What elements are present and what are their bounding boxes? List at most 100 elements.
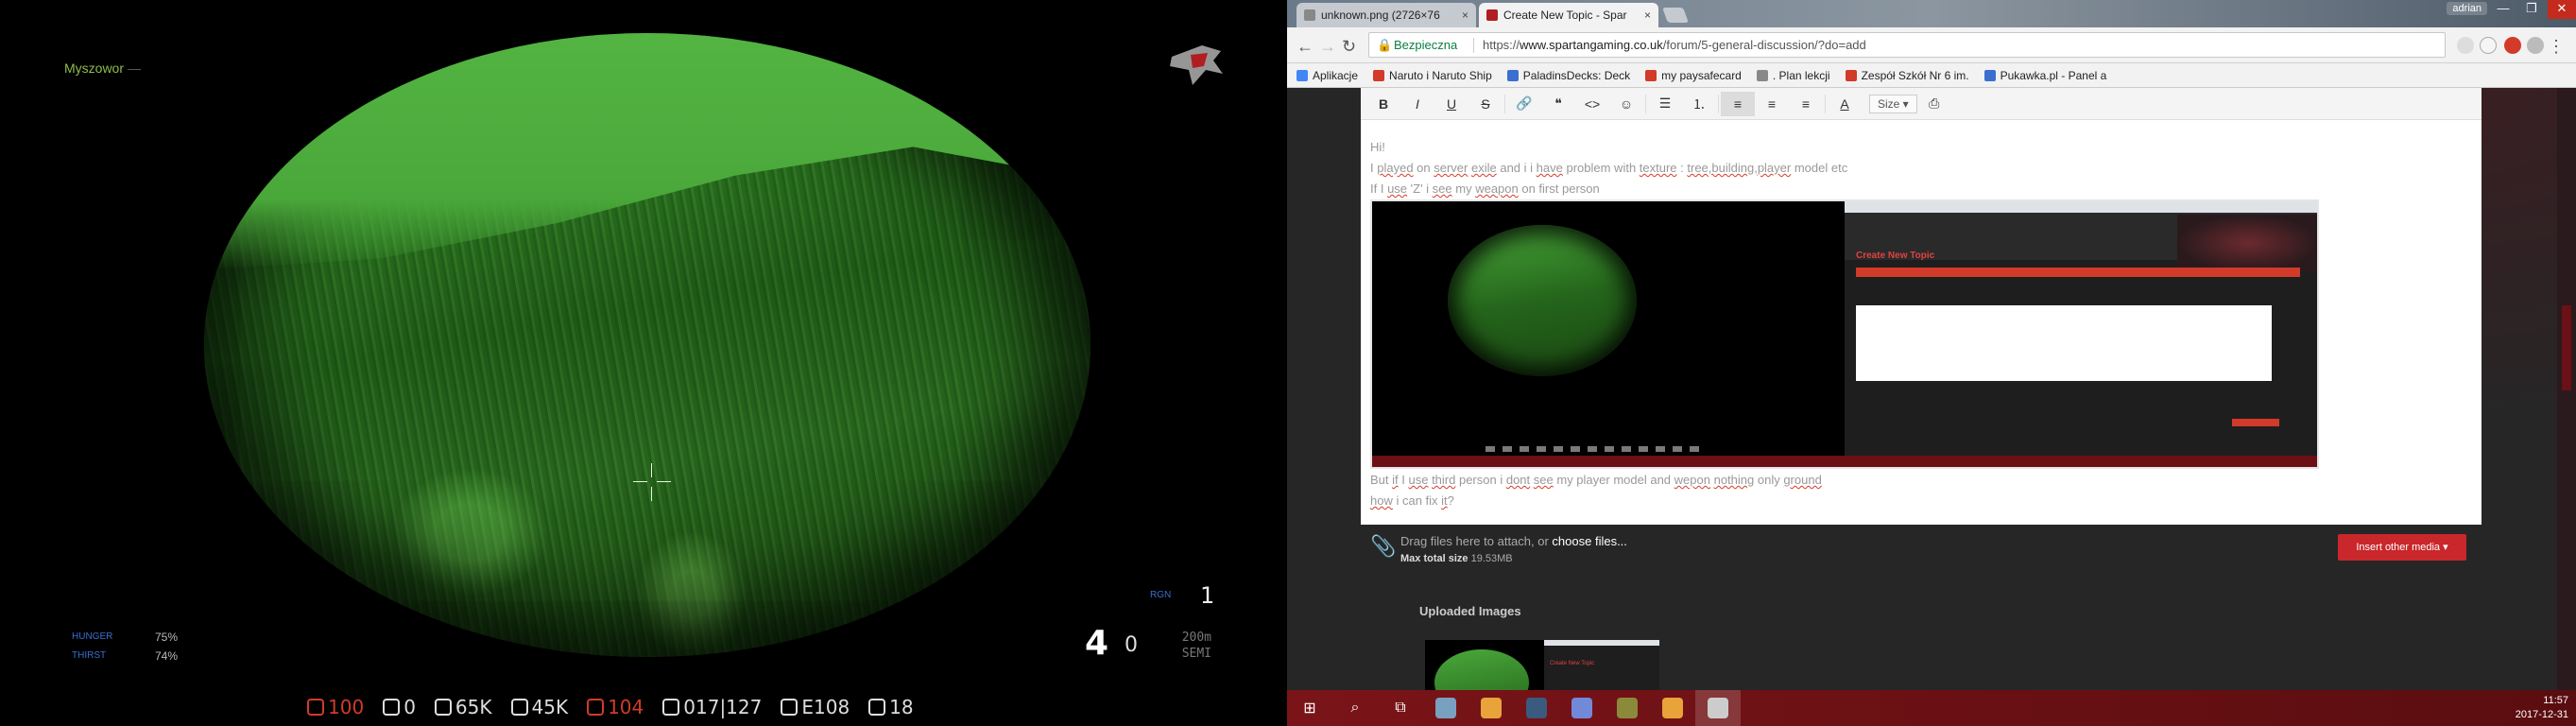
profile-button[interactable]: adrian <box>2447 2 2487 15</box>
misspelled-word: tree,building,player <box>1687 161 1792 175</box>
hud-item-fps: 104 <box>587 696 644 718</box>
tab-unknown-png[interactable]: unknown.png (2726×76 × <box>1297 3 1476 27</box>
url-input[interactable]: 🔒 Bezpieczna https://www.spartangaming.c… <box>1368 32 2446 58</box>
bookmark-item[interactable]: Zespół Szkół Nr 6 im. <box>1845 69 1969 82</box>
hud-value: 0 <box>404 696 416 718</box>
page-scrollbar[interactable] <box>2557 88 2576 690</box>
discord-icon[interactable] <box>1559 690 1605 726</box>
hud-item-temperature: 0 <box>383 696 416 718</box>
choose-files-link[interactable]: choose files... <box>1552 534 1627 548</box>
post-line-1: Hi! <box>1370 140 1385 154</box>
temperature-icon <box>383 699 401 716</box>
bookmarks-bar: Aplikacje Naruto i Naruto Ship PaladinsDec… <box>1287 63 2576 88</box>
post-text-run: my player model and <box>1553 473 1674 487</box>
menu-kebab-icon[interactable]: ⋮ <box>2548 37 2565 57</box>
bookmark-star-icon[interactable] <box>2480 37 2497 54</box>
misspelled-word: wepon <box>1674 473 1710 487</box>
link-icon[interactable]: 🔗 <box>1507 95 1541 112</box>
bookmark-label: PaladinsDecks: Deck <box>1522 68 1631 82</box>
new-tab-button[interactable] <box>1662 8 1689 23</box>
post-body-text-2: But if I use third person i dont see my … <box>1370 470 1822 511</box>
misspelled-word: nothing <box>1713 473 1755 487</box>
post-editor[interactable]: B I U S 🔗 ❝ <> ☺ ☰ ⒈ ≡ ≡ ≡ A Size ▾ ⎙ Hi… <box>1361 88 2482 525</box>
task-view-icon[interactable]: ⧉ <box>1378 690 1423 726</box>
align-center-icon[interactable]: ≡ <box>1755 96 1789 112</box>
post-body-text: Hi! I played on server exile and i i hav… <box>1370 137 1847 199</box>
attachment-area[interactable]: 📎 Drag files here to attach, or choose f… <box>1361 525 2482 591</box>
chrome-icon-2[interactable] <box>1650 690 1695 726</box>
bookmark-item[interactable]: Naruto i Naruto Ship <box>1373 69 1492 82</box>
minimize-button[interactable]: — <box>2489 0 2517 19</box>
editor-toolbar: B I U S 🔗 ❝ <> ☺ ☰ ⒈ ≡ ≡ ≡ A Size ▾ ⎙ <box>1361 88 2482 120</box>
bookmark-favicon-icon <box>1373 69 1385 81</box>
chrome-icon[interactable] <box>1468 690 1514 726</box>
arma-launcher-icon[interactable] <box>1605 690 1650 726</box>
post-text-run: I <box>1398 473 1409 487</box>
quote-icon[interactable]: ❝ <box>1541 95 1575 112</box>
numbered-list-icon[interactable]: ⒈ <box>1682 95 1716 113</box>
bookmark-item[interactable]: my paysafecard <box>1645 69 1742 82</box>
italic-button[interactable]: I <box>1400 96 1434 112</box>
translate-icon[interactable] <box>2457 37 2474 54</box>
wallet-icon <box>434 699 452 716</box>
misspelled-word: how <box>1370 493 1393 508</box>
strike-button[interactable]: S <box>1468 96 1503 112</box>
embedded-screenshot[interactable]: Create New Topic <box>1370 199 2319 469</box>
bookmark-item[interactable]: Pukawka.pl - Panel a <box>1984 69 2106 82</box>
search-icon[interactable]: ⌕ <box>1332 690 1378 726</box>
thumbnail-page-title: Create New Topic <box>1550 661 1595 666</box>
arma-game-icon[interactable] <box>1695 690 1741 726</box>
bookmark-item[interactable]: Aplikacje <box>1297 69 1358 82</box>
extension-icon[interactable] <box>2504 37 2521 54</box>
lock-icon: 🔒 <box>1377 38 1393 52</box>
align-left-icon[interactable]: ≡ <box>1721 91 1755 116</box>
underline-button[interactable]: U <box>1434 96 1468 112</box>
bookmark-favicon-icon <box>1297 69 1308 81</box>
scrollbar-thumb[interactable] <box>2562 305 2571 390</box>
font-size-select[interactable]: Size ▾ <box>1869 94 1917 113</box>
bookmark-favicon-icon <box>1506 69 1519 81</box>
preview-icon[interactable]: ⎙ <box>1917 95 1951 112</box>
maximize-button[interactable]: ❐ <box>2517 0 2546 19</box>
bottom-hud-bar: 100 0 65K 45K 104 017|127 E108 18 <box>307 696 914 718</box>
insert-other-media-button[interactable]: Insert other media ▾ <box>2338 534 2466 561</box>
close-window-button[interactable]: ✕ <box>2548 0 2576 19</box>
post-line-2: I played on server exile and i i have pr… <box>1370 158 1847 179</box>
post-text-run: 'Z' i <box>1407 182 1433 196</box>
forward-icon[interactable]: → <box>1319 37 1336 57</box>
extension-icon-2[interactable] <box>2527 37 2544 54</box>
tab-close-icon[interactable]: × <box>1644 3 1651 27</box>
bookmark-item[interactable]: PaladinsDecks: Deck <box>1506 68 1631 82</box>
clock-time: 11:57 <box>2543 695 2568 706</box>
back-icon[interactable]: ← <box>1297 37 1314 57</box>
post-text-run: and i i <box>1496 161 1537 175</box>
code-icon[interactable]: <> <box>1575 96 1609 112</box>
windows-start-icon[interactable]: ⊞ <box>1287 690 1332 726</box>
post-line-5: how i can fix it? <box>1370 491 1822 511</box>
hud-value: 017|127 <box>683 696 763 718</box>
hud-value: 100 <box>328 696 365 718</box>
fps-icon <box>587 699 605 716</box>
align-right-icon[interactable]: ≡ <box>1789 96 1823 112</box>
emoji-icon[interactable]: ☺ <box>1609 96 1643 112</box>
bookmark-item[interactable]: . Plan lekcji <box>1756 69 1830 82</box>
post-text-run: : <box>1676 161 1688 175</box>
post-text-run: i can fix <box>1392 493 1442 508</box>
steam-icon[interactable] <box>1514 690 1559 726</box>
bold-button[interactable]: B <box>1366 96 1400 112</box>
tab-create-new-topic[interactable]: Create New Topic - Spar × <box>1479 3 1658 27</box>
player-name: Myszowor <box>64 60 142 76</box>
survival-stats: HUNGER 75% THIRST 74% <box>72 628 178 666</box>
crosshair-icon <box>633 463 671 501</box>
text-color-icon[interactable]: A <box>1828 96 1862 112</box>
embedded-page-title: Create New Topic <box>1856 251 1935 261</box>
spartan-favicon-icon <box>1486 9 1498 21</box>
bullet-list-icon[interactable]: ☰ <box>1648 95 1682 112</box>
system-clock[interactable]: 11:57 2017-12-31 <box>2516 694 2568 722</box>
reload-icon[interactable]: ↻ <box>1342 37 1356 57</box>
misspelled-word: texture <box>1639 161 1677 175</box>
forum-page: B I U S 🔗 ❝ <> ☺ ☰ ⒈ ≡ ≡ ≡ A Size ▾ ⎙ Hi… <box>1287 88 2557 690</box>
tab-close-icon[interactable]: × <box>1462 3 1468 27</box>
uploaded-image-thumbnail[interactable]: Create New Topic <box>1425 640 1659 690</box>
file-explorer-icon[interactable] <box>1423 690 1468 726</box>
